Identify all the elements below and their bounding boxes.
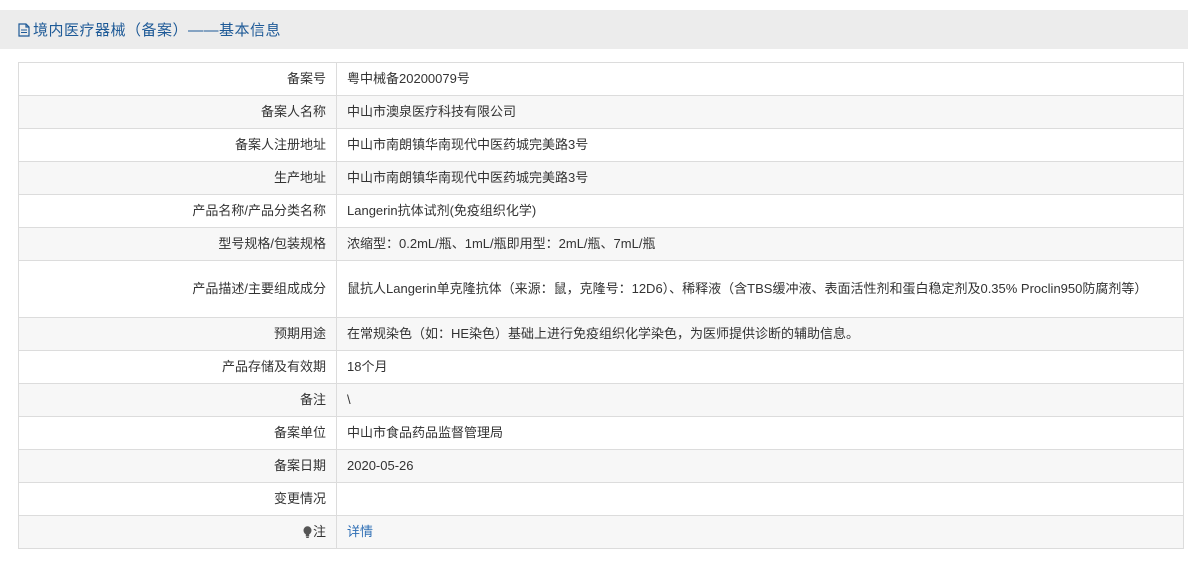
table-row: 变更情况 (18, 482, 1184, 516)
field-value: 鼠抗人Langerin单克隆抗体（来源：鼠，克隆号：12D6）、稀释液（含TBS… (336, 260, 1184, 318)
field-value: 中山市南朗镇华南现代中医药城完美路3号 (336, 128, 1184, 162)
table-row: 备案单位 中山市食品药品监督管理局 (18, 416, 1184, 450)
note-row: 注 详情 (18, 515, 1184, 549)
field-label: 备案人名称 (18, 95, 337, 129)
field-value: Langerin抗体试剂(免疫组织化学) (336, 194, 1184, 228)
field-value: \ (336, 383, 1184, 417)
table-row: 备案人名称 中山市澳泉医疗科技有限公司 (18, 95, 1184, 129)
field-label: 产品名称/产品分类名称 (18, 194, 337, 228)
field-value: 粤中械备20200079号 (336, 62, 1184, 96)
table-row: 备注 \ (18, 383, 1184, 417)
table-row: 型号规格/包装规格 浓缩型：0.2mL/瓶、1mL/瓶即用型：2mL/瓶、7mL… (18, 227, 1184, 261)
table-row: 产品存储及有效期 18个月 (18, 350, 1184, 384)
field-label: 备案号 (18, 62, 337, 96)
field-value: 2020-05-26 (336, 449, 1184, 483)
field-label: 备注 (18, 383, 337, 417)
table-row: 备案人注册地址 中山市南朗镇华南现代中医药城完美路3号 (18, 128, 1184, 162)
note-value-cell: 详情 (336, 515, 1184, 549)
field-label: 产品存储及有效期 (18, 350, 337, 384)
field-value: 在常规染色（如：HE染色）基础上进行免疫组织化学染色，为医师提供诊断的辅助信息。 (336, 317, 1184, 351)
field-value: 浓缩型：0.2mL/瓶、1mL/瓶即用型：2mL/瓶、7mL/瓶 (336, 227, 1184, 261)
details-link[interactable]: 详情 (347, 524, 373, 539)
page-header: 境内医疗器械（备案）——基本信息 (0, 10, 1188, 49)
lightbulb-icon (303, 526, 312, 539)
field-label: 变更情况 (18, 482, 337, 516)
field-value: 中山市食品药品监督管理局 (336, 416, 1184, 450)
field-label: 产品描述/主要组成成分 (18, 260, 337, 318)
field-label: 预期用途 (18, 317, 337, 351)
table-row: 备案号 粤中械备20200079号 (18, 62, 1184, 96)
top-spacer (0, 0, 1188, 10)
info-table-container: 备案号 粤中械备20200079号 备案人名称 中山市澳泉医疗科技有限公司 备案… (18, 62, 1184, 549)
field-label: 备案人注册地址 (18, 128, 337, 162)
field-value: 中山市南朗镇华南现代中医药城完美路3号 (336, 161, 1184, 195)
document-icon (18, 23, 30, 37)
field-value (336, 482, 1184, 516)
note-label-cell: 注 (18, 515, 337, 549)
table-row: 产品名称/产品分类名称 Langerin抗体试剂(免疫组织化学) (18, 194, 1184, 228)
field-label: 备案单位 (18, 416, 337, 450)
field-value: 18个月 (336, 350, 1184, 384)
table-row: 备案日期 2020-05-26 (18, 449, 1184, 483)
field-label: 生产地址 (18, 161, 337, 195)
info-table: 备案号 粤中械备20200079号 备案人名称 中山市澳泉医疗科技有限公司 备案… (18, 62, 1184, 549)
field-label: 备案日期 (18, 449, 337, 483)
field-label: 型号规格/包装规格 (18, 227, 337, 261)
note-label: 注 (312, 524, 326, 539)
field-value: 中山市澳泉医疗科技有限公司 (336, 95, 1184, 129)
table-row: 生产地址 中山市南朗镇华南现代中医药城完美路3号 (18, 161, 1184, 195)
table-row: 预期用途 在常规染色（如：HE染色）基础上进行免疫组织化学染色，为医师提供诊断的… (18, 317, 1184, 351)
table-row: 产品描述/主要组成成分 鼠抗人Langerin单克隆抗体（来源：鼠，克隆号：12… (18, 260, 1184, 318)
page-title: 境内医疗器械（备案）——基本信息 (33, 22, 282, 39)
